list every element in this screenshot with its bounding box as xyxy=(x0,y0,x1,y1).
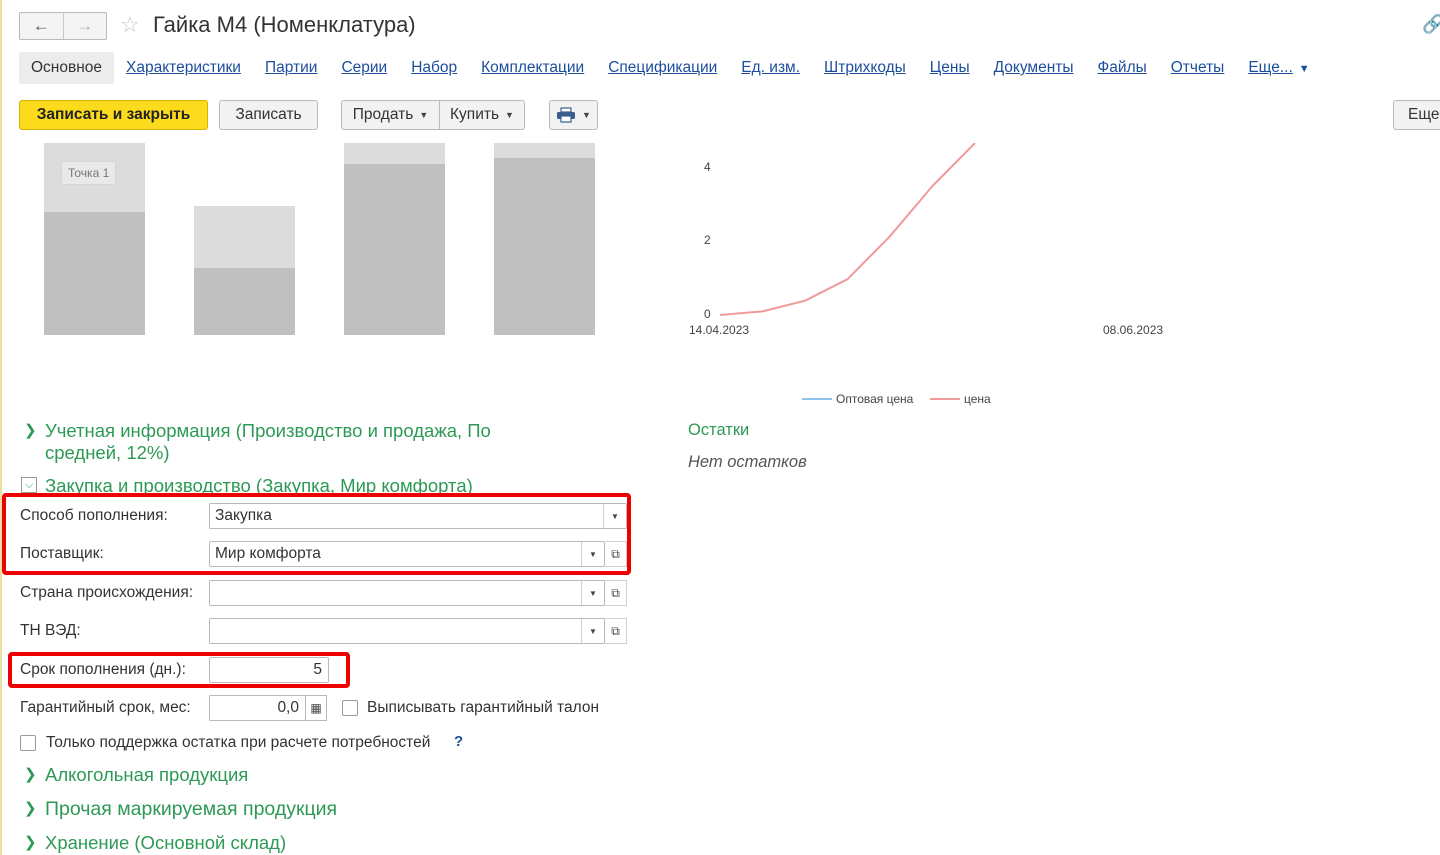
tab-set[interactable]: Набор xyxy=(411,59,457,77)
warranty-input[interactable]: 0,0 xyxy=(209,695,306,721)
only-support-label: Только поддержка остатка при расчете пот… xyxy=(46,734,431,751)
bar[interactable] xyxy=(44,212,145,335)
section-marked[interactable]: ❯ Прочая маркируемая продукция xyxy=(24,798,338,820)
warranty-label: Гарантийный срок, мес: xyxy=(20,699,191,716)
tab-main[interactable]: Основное xyxy=(19,52,115,84)
highlight-box xyxy=(8,652,350,688)
dropdown-arrow-icon[interactable]: ▼ xyxy=(581,619,604,643)
legend-label: Оптовая цена xyxy=(836,392,914,406)
calculator-icon[interactable]: ▦ xyxy=(305,695,327,721)
chevron-down-icon: ⌵ xyxy=(21,477,37,493)
section-title: Хранение (Основной склад) xyxy=(45,832,287,853)
bar-chart: Точка 1 xyxy=(44,143,604,335)
window-edge xyxy=(0,0,2,855)
buy-button[interactable]: Купить ▼ xyxy=(440,100,525,130)
tab-units[interactable]: Ед. изм. xyxy=(741,59,800,77)
tnved-field[interactable]: ▼ xyxy=(209,618,605,644)
x-tick: 08.06.2023 xyxy=(1103,323,1164,337)
field-value: 0,0 xyxy=(277,699,299,716)
section-storage[interactable]: ❯ Хранение (Основной склад) xyxy=(24,832,287,854)
dropdown-arrow-icon[interactable]: ▼ xyxy=(581,581,604,605)
warranty-ticket-checkbox[interactable] xyxy=(342,700,358,716)
section-alcohol[interactable]: ❯ Алкогольная продукция xyxy=(24,764,249,786)
legend-swatch xyxy=(930,398,960,400)
tab-specifications[interactable]: Спецификации xyxy=(608,59,717,77)
print-button[interactable]: ▼ xyxy=(549,100,598,130)
tab-more[interactable]: Еще... ▼ xyxy=(1248,59,1309,77)
open-icon[interactable]: ⧉ xyxy=(605,618,627,644)
forward-icon[interactable]: → xyxy=(62,13,107,39)
bar[interactable] xyxy=(494,158,595,335)
tab-prices[interactable]: Цены xyxy=(930,59,970,77)
section-accounting[interactable]: ❯ Учетная информация (Производство и про… xyxy=(24,420,535,464)
highlight-box xyxy=(2,493,631,575)
section-title: Алкогольная продукция xyxy=(45,764,249,785)
legend-label: цена xyxy=(964,392,991,406)
only-support-checkbox[interactable] xyxy=(20,735,36,751)
bar[interactable] xyxy=(344,164,445,335)
link-icon[interactable]: 🔗 xyxy=(1422,14,1440,35)
stock-empty: Нет остатков xyxy=(688,453,807,471)
caret-down-icon: ▼ xyxy=(505,110,514,120)
chevron-down-icon: ▼ xyxy=(1298,63,1310,75)
tab-barcodes[interactable]: Штрихкоды xyxy=(824,59,906,77)
nav-buttons: ← → xyxy=(19,12,107,40)
tab-bar: Основное Характеристики Партии Серии Наб… xyxy=(19,52,1334,84)
caret-down-icon: ▼ xyxy=(419,110,429,120)
bar-background xyxy=(494,143,595,158)
chevron-right-icon: ❯ xyxy=(24,422,37,439)
bar[interactable] xyxy=(194,268,295,335)
section-title: Учетная информация (Производство и прода… xyxy=(45,420,491,463)
sell-button[interactable]: Продать ▼ xyxy=(341,100,440,130)
tab-series[interactable]: Серии xyxy=(341,59,387,77)
help-icon[interactable]: ? xyxy=(454,733,463,750)
tab-kits[interactable]: Комплектации xyxy=(481,59,584,77)
save-close-button[interactable]: Записать и закрыть xyxy=(19,100,208,130)
y-tick: 0 xyxy=(704,307,711,321)
printer-icon xyxy=(557,107,576,123)
save-button[interactable]: Записать xyxy=(219,100,318,130)
y-tick: 2 xyxy=(704,233,711,247)
chevron-right-icon: ❯ xyxy=(24,766,37,783)
chevron-right-icon: ❯ xyxy=(24,834,37,851)
buy-label: Купить xyxy=(450,106,500,123)
tnved-label: ТН ВЭД: xyxy=(20,622,81,639)
country-label: Страна происхождения: xyxy=(20,584,194,601)
tab-documents[interactable]: Документы xyxy=(994,59,1074,77)
tab-more-label: Еще... xyxy=(1248,59,1293,76)
price-line-chart xyxy=(719,143,976,316)
stock-title: Остатки xyxy=(688,421,750,439)
tooltip: Точка 1 xyxy=(61,161,117,185)
sell-buy-group: Продать ▼ Купить ▼ xyxy=(341,100,525,130)
legend-swatch xyxy=(802,398,832,400)
favorite-star-icon[interactable]: ☆ xyxy=(120,12,140,38)
more-button[interactable]: Еще xyxy=(1393,100,1440,130)
section-title: Прочая маркируемая продукция xyxy=(45,798,338,820)
tab-batches[interactable]: Партии xyxy=(265,59,317,77)
tab-characteristics[interactable]: Характеристики xyxy=(126,59,241,77)
chevron-right-icon: ❯ xyxy=(24,800,37,817)
tab-files[interactable]: Файлы xyxy=(1098,59,1147,77)
series-line-price xyxy=(719,143,976,316)
y-tick: 4 xyxy=(704,160,711,174)
x-tick: 14.04.2023 xyxy=(689,323,750,337)
bar-background xyxy=(344,143,445,164)
legend-item: цена xyxy=(930,392,991,406)
warranty-ticket-label: Выписывать гарантийный талон xyxy=(367,699,600,716)
tab-reports[interactable]: Отчеты xyxy=(1171,59,1225,77)
country-field[interactable]: ▼ xyxy=(209,580,605,606)
bar-background xyxy=(194,206,295,268)
open-icon[interactable]: ⧉ xyxy=(605,580,627,606)
page-title: Гайка М4 (Номенклатура) xyxy=(153,12,416,37)
back-icon[interactable]: ← xyxy=(20,13,63,39)
sell-label: Продать xyxy=(352,106,414,123)
legend-item: Оптовая цена xyxy=(802,392,913,406)
caret-down-icon: ▼ xyxy=(582,110,591,120)
